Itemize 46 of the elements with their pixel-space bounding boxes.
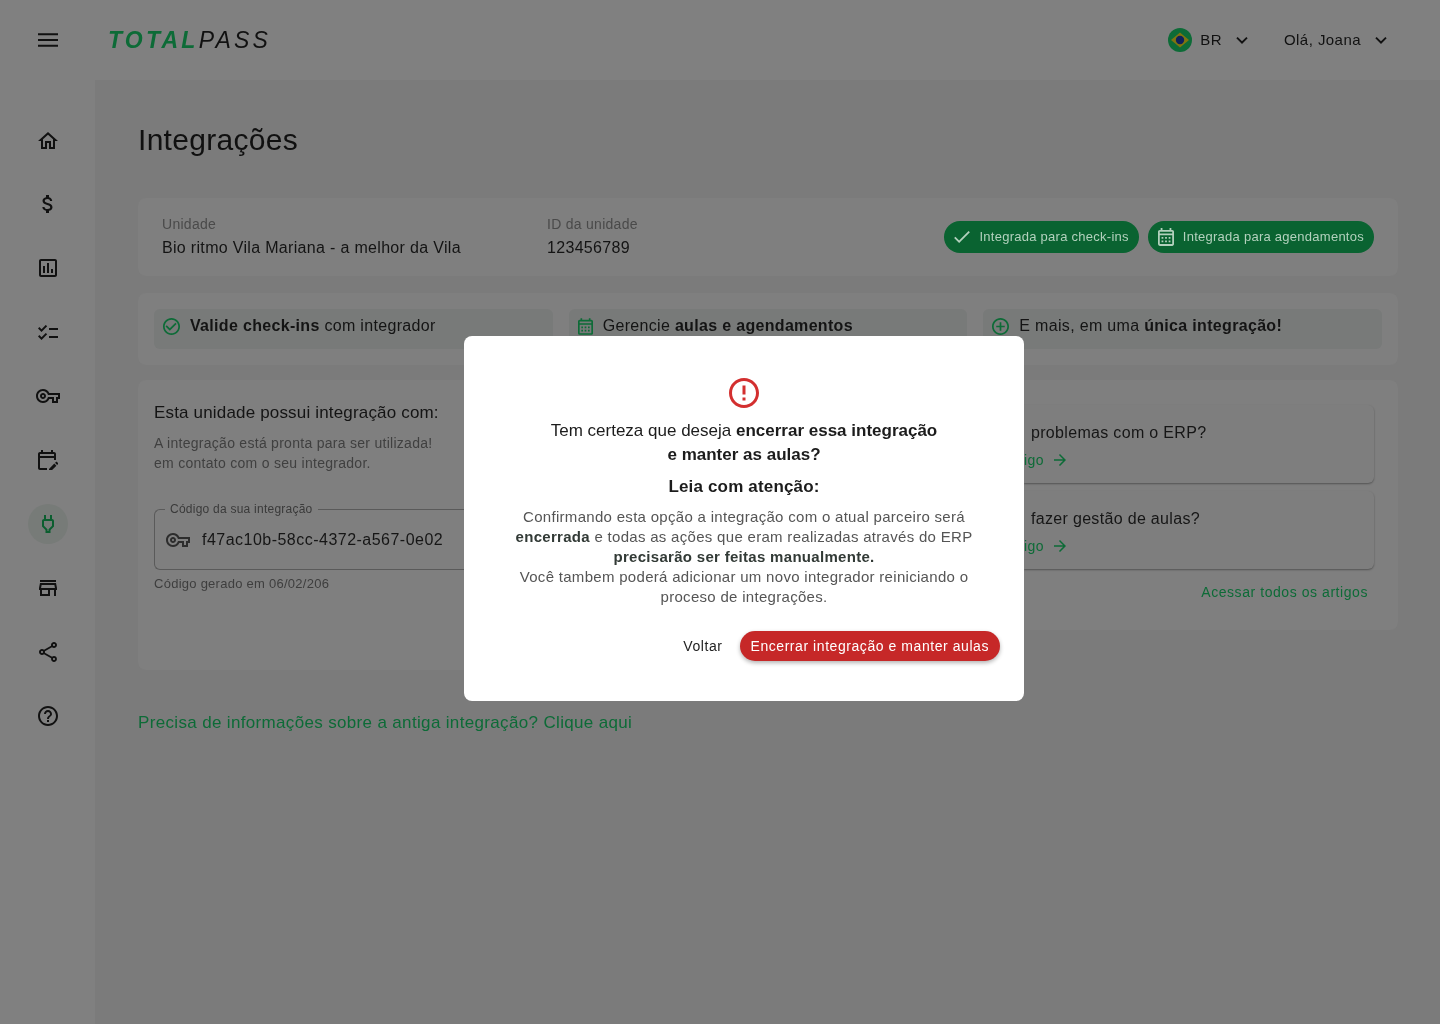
dialog-text: Confirmando esta opção a integração com o atual parceiro será encerrada e todas as ações que eram realizadas através do ERP precisarão ser feitas manualmente.: [514, 507, 974, 567]
check-icon: [954, 231, 971, 243]
plug-icon: [41, 515, 54, 533]
warning-icon: [729, 378, 759, 408]
flag-icon: [1168, 28, 1193, 52]
chevron-down-icon: [1375, 36, 1387, 44]
calendar-edit-icon: [37, 450, 58, 470]
key-icon: [35, 389, 60, 403]
section-heading: Esta unidade possui integração com:: [154, 402, 440, 424]
helper-text: Código gerado em 06/02/206: [154, 575, 330, 593]
storefront-icon: [38, 580, 57, 596]
feature-text: Gerencie aulas e agendamentos: [602, 316, 853, 336]
help-icon: [37, 706, 58, 726]
calendar-icon: [1157, 228, 1174, 246]
feature-text: E mais, em uma única integração!: [1019, 316, 1283, 336]
status-badge: Integrada para agendamentos: [1147, 221, 1374, 253]
field-value: 123456789: [547, 238, 631, 258]
dollar-icon: [41, 195, 54, 213]
dialog-text: Você tambem poderá adicionar um novo integrador reiniciando o proceso de integrações.: [518, 567, 970, 607]
status-badge: Integrada para check-ins: [944, 221, 1139, 253]
back-button[interactable]: Voltar: [675, 631, 731, 661]
menu-icon: [38, 33, 58, 47]
arrow-right-icon: [1053, 540, 1066, 552]
calendar-icon: [577, 317, 593, 335]
menu-button[interactable]: [38, 33, 58, 47]
article-title: fazer gestão de aulas?: [1030, 509, 1200, 529]
field-value: f47ac10b-58cc-4372-a567-0e02: [202, 529, 444, 550]
feature-text: Valide check-ins com integrador: [190, 316, 436, 336]
language-selector[interactable]: BR: [1168, 28, 1248, 52]
logo: TOTAL PASS: [108, 28, 272, 52]
checklist-icon: [37, 324, 58, 340]
page-title: Integrações: [138, 122, 300, 158]
article-title: problemas com o ERP?: [1030, 423, 1207, 443]
user-menu[interactable]: Olá, Joana: [1283, 28, 1387, 52]
key-icon: [166, 532, 190, 547]
field-value: Bio ritmo Vila Mariana - a melhor da Vila: [162, 238, 462, 258]
home-icon: [37, 131, 58, 149]
dialog-subtitle: Leia com atenção:: [668, 476, 820, 498]
bar-chart-icon: [38, 259, 57, 277]
description-text: em contato com o seu integrador.: [154, 454, 371, 473]
description-text: A integração está pronta para ser utilizada!: [154, 434, 433, 453]
dialog-title: Tem certeza que deseja encerrar essa integração e manter as aulas?: [549, 420, 939, 466]
confirm-button[interactable]: Encerrar integração e manter aulas: [739, 631, 1000, 661]
arrow-right-icon: [1053, 454, 1066, 466]
share-icon: [38, 642, 57, 662]
chevron-down-icon: [1235, 36, 1248, 44]
